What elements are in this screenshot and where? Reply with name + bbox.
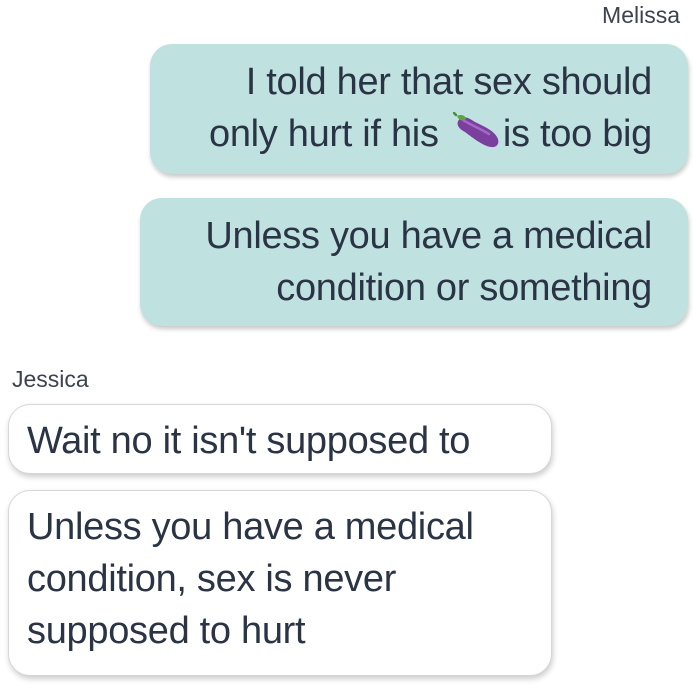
message-bubble-incoming[interactable]: Wait no it isn't supposed to xyxy=(8,404,552,474)
sender-name-jessica: Jessica xyxy=(12,366,89,392)
message-line: Unless you have a medical xyxy=(205,215,652,257)
message-line: supposed to hurt xyxy=(27,610,306,652)
message-line: only hurt if his is too big xyxy=(180,108,652,160)
message-line: Unless you have a medical xyxy=(27,506,474,548)
message-line: Wait no it isn't supposed to xyxy=(27,420,471,462)
message-line: condition or something xyxy=(276,267,652,309)
message-line: I told her that sex should xyxy=(245,61,653,103)
message-bubble-outgoing[interactable]: I told her that sex should only hurt if … xyxy=(150,44,688,174)
eggplant-emoji-icon xyxy=(452,112,499,148)
message-text-fragment: is too big xyxy=(502,113,652,155)
message-bubble-incoming[interactable]: Unless you have a medical condition, sex… xyxy=(8,490,552,676)
message-bubble-outgoing[interactable]: Unless you have a medical condition or s… xyxy=(140,198,688,326)
message-text-fragment: only hurt if his xyxy=(209,113,449,155)
message-line: condition, sex is never xyxy=(27,558,397,600)
sender-name-melissa: Melissa xyxy=(602,2,680,28)
